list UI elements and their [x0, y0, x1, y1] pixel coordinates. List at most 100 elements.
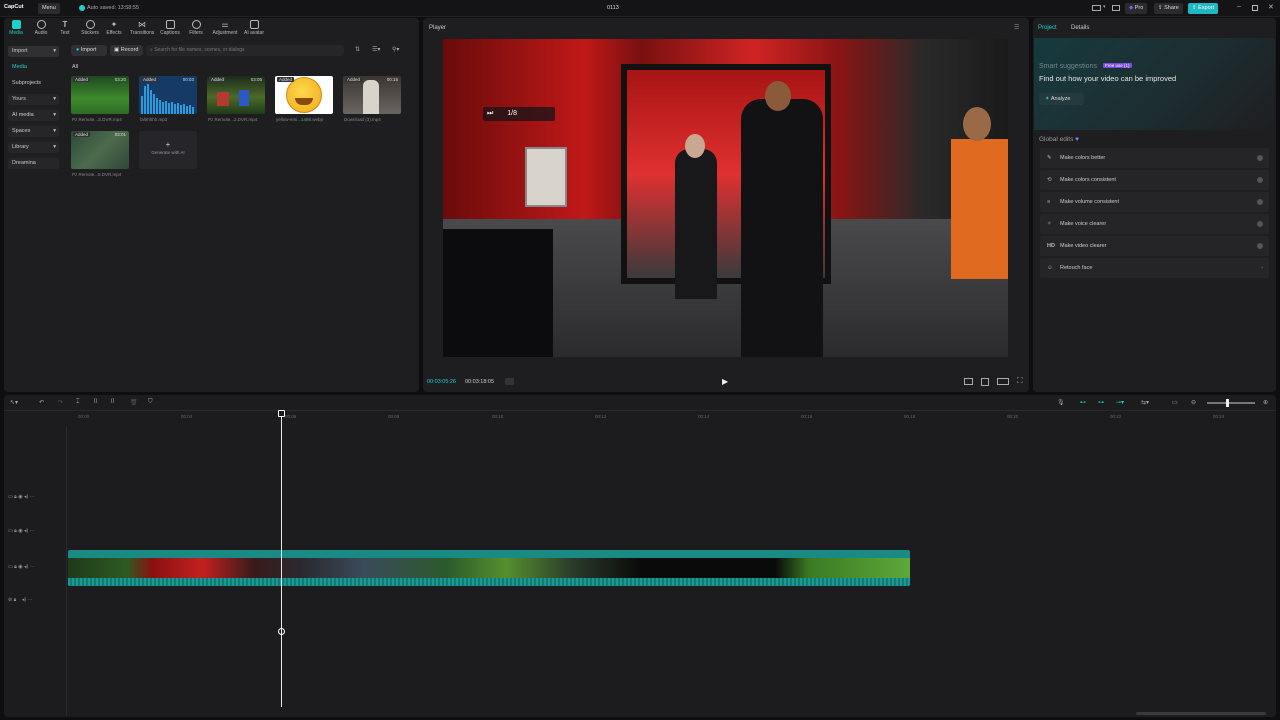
share-button[interactable]: ⇪ Share	[1154, 3, 1183, 14]
search-input[interactable]: ⌕ Search for file names, scenes, or dial…	[146, 45, 344, 56]
lock-icon[interactable]: 🔒︎	[14, 528, 17, 534]
maximize-icon[interactable]	[1252, 5, 1258, 11]
export-button[interactable]: ⇧ Export	[1188, 3, 1219, 14]
media-item-6[interactable]: Added 03:01	[71, 131, 129, 169]
tool-audio[interactable]: Audio	[29, 20, 53, 36]
edit-make-voice-clearer[interactable]: ✧ Make voice clearer	[1040, 214, 1269, 234]
microphone-icon[interactable]: 🎙	[1057, 399, 1065, 406]
link-icon[interactable]: ⊶	[1098, 399, 1104, 406]
chevron-down-icon[interactable]: ▾	[1103, 4, 1106, 10]
lock-icon[interactable]: 🔒︎	[14, 494, 17, 500]
tool-effects[interactable]: ✦ Effects	[102, 20, 126, 36]
audio-icon[interactable]: ◂)	[24, 564, 28, 570]
edit-make-colors-better[interactable]: ✎ Make colors better	[1040, 148, 1269, 168]
media-item-3[interactable]: Added 03:05	[207, 76, 265, 114]
media-item-5[interactable]: Added 00:15	[343, 76, 401, 114]
player-menu-icon[interactable]: ☰	[1014, 24, 1019, 31]
undo-icon[interactable]: ↶	[39, 399, 44, 406]
edit-retouch-face[interactable]: ☺ Retouch face ›	[1040, 258, 1269, 278]
chapter-overlay[interactable]: ⏭ 1/8	[483, 107, 555, 121]
tool-text[interactable]: T Text	[53, 20, 77, 36]
tool-ai-avatar[interactable]: AI avatar	[241, 20, 267, 36]
delete-icon[interactable]: 🗑	[130, 399, 138, 406]
media-item-2[interactable]: Added 00:03	[139, 76, 197, 114]
playhead[interactable]	[281, 411, 282, 707]
timecode-icon[interactable]	[505, 378, 514, 385]
sidebar-item-yours[interactable]: Yours ▾	[8, 94, 59, 105]
lock-icon[interactable]: 🔒︎	[14, 564, 17, 570]
zoom-in-icon[interactable]: ⊕	[1263, 399, 1268, 406]
record-button[interactable]: ▣ Record	[110, 45, 143, 56]
crop-icon[interactable]	[981, 378, 989, 386]
audio-icon[interactable]: ◂)	[24, 528, 28, 534]
playhead-handle[interactable]	[278, 410, 285, 417]
layout-icon[interactable]	[1092, 5, 1101, 11]
split-right-icon[interactable]: ⌷	[111, 399, 115, 406]
snap-icon[interactable]: ⇆▾	[1141, 399, 1149, 406]
more-icon[interactable]: ⋯	[27, 597, 32, 603]
tool-filters[interactable]: Filters	[184, 20, 208, 36]
minimize-icon[interactable]: –	[1237, 3, 1241, 10]
tab-project[interactable]: Project	[1038, 25, 1057, 31]
monitor-icon[interactable]	[1112, 5, 1120, 11]
split-icon[interactable]: ⌶	[76, 399, 80, 406]
ratio-icon[interactable]	[964, 378, 973, 385]
sidebar-item-media[interactable]: Media	[8, 62, 59, 73]
analyze-button[interactable]: ✦ Analyze	[1039, 93, 1084, 105]
keyboard-icon[interactable]	[997, 378, 1009, 385]
playhead-drag-icon[interactable]	[278, 628, 285, 635]
filter-icon[interactable]: ⚲▾	[392, 46, 399, 53]
tool-adjustment[interactable]: ⚌ Adjustment	[210, 20, 240, 36]
shield-icon[interactable]: ⛉	[148, 399, 153, 406]
filter-all-label[interactable]: All	[72, 64, 78, 70]
menu-button[interactable]: Menu	[38, 3, 60, 14]
media-item-4[interactable]: Added	[275, 76, 333, 114]
fullscreen-icon[interactable]: ⛶	[1017, 376, 1023, 386]
sort-icon[interactable]: ⇅	[355, 46, 360, 53]
toggle-icon[interactable]	[1257, 243, 1263, 249]
horizontal-scrollbar[interactable]	[1136, 712, 1266, 715]
edit-make-video-clearer[interactable]: HD Make video clearer	[1040, 236, 1269, 256]
eye-icon[interactable]: ◉	[18, 564, 22, 570]
tool-transitions[interactable]: ⋈ Transitions	[130, 20, 154, 36]
audio-icon[interactable]: ◂)	[24, 494, 28, 500]
more-icon[interactable]: ⋯	[30, 494, 35, 500]
toggle-icon[interactable]	[1257, 155, 1263, 161]
sidebar-item-dreamina[interactable]: Dreamina	[8, 158, 59, 169]
tool-media[interactable]: Media	[4, 20, 28, 36]
view-icon[interactable]: ☰▾	[372, 46, 380, 53]
sidebar-item-ai-media[interactable]: AI media ▾	[8, 110, 59, 121]
edit-make-colors-consistent[interactable]: ⟲ Make colors consistent	[1040, 170, 1269, 190]
zoom-slider-handle[interactable]	[1226, 399, 1229, 407]
zoom-out-icon[interactable]: ⊖	[1191, 399, 1196, 406]
toggle-icon[interactable]	[1257, 177, 1263, 183]
more-icon[interactable]: ⋯	[30, 528, 35, 534]
lock-icon[interactable]: 🔒︎	[14, 597, 17, 603]
tool-stickers[interactable]: Stickers	[78, 20, 102, 36]
toggle-icon[interactable]	[1257, 199, 1263, 205]
sidebar-item-library[interactable]: Library ▾	[8, 142, 59, 153]
more-icon[interactable]: ⋯	[30, 564, 35, 570]
eye-icon[interactable]: ◉	[18, 528, 22, 534]
toggle-icon[interactable]	[1257, 221, 1263, 227]
tab-details[interactable]: Details	[1071, 25, 1089, 31]
video-clip[interactable]	[68, 550, 910, 586]
select-tool-icon[interactable]: ↖▾	[10, 399, 18, 406]
close-icon[interactable]: ✕	[1268, 3, 1274, 11]
zoom-slider[interactable]	[1207, 402, 1255, 404]
magnet-icon[interactable]: ⊷	[1080, 399, 1086, 406]
edit-make-volume-consistent[interactable]: ≡ Make volume consistent	[1040, 192, 1269, 212]
redo-icon[interactable]: ↷	[58, 399, 63, 406]
play-button[interactable]: ▶	[722, 377, 728, 386]
caption-icon[interactable]: ▭	[1172, 399, 1178, 406]
sidebar-item-subprojects[interactable]: Subprojects	[8, 78, 59, 89]
generate-with-ai-button[interactable]: + Generate with AI	[139, 131, 197, 169]
sidebar-item-spaces[interactable]: Spaces ▾	[8, 126, 59, 137]
preview-axis-icon[interactable]: ⊸▾	[1116, 399, 1124, 406]
sidebar-item-import[interactable]: Import ▾	[8, 46, 59, 57]
tool-captions[interactable]: Captions	[158, 20, 182, 36]
split-left-icon[interactable]: ⌷	[94, 399, 98, 406]
media-item-1[interactable]: Added 03:20	[71, 76, 129, 114]
audio-icon[interactable]: ◂)	[22, 597, 26, 603]
import-button[interactable]: ● Import	[71, 45, 107, 56]
